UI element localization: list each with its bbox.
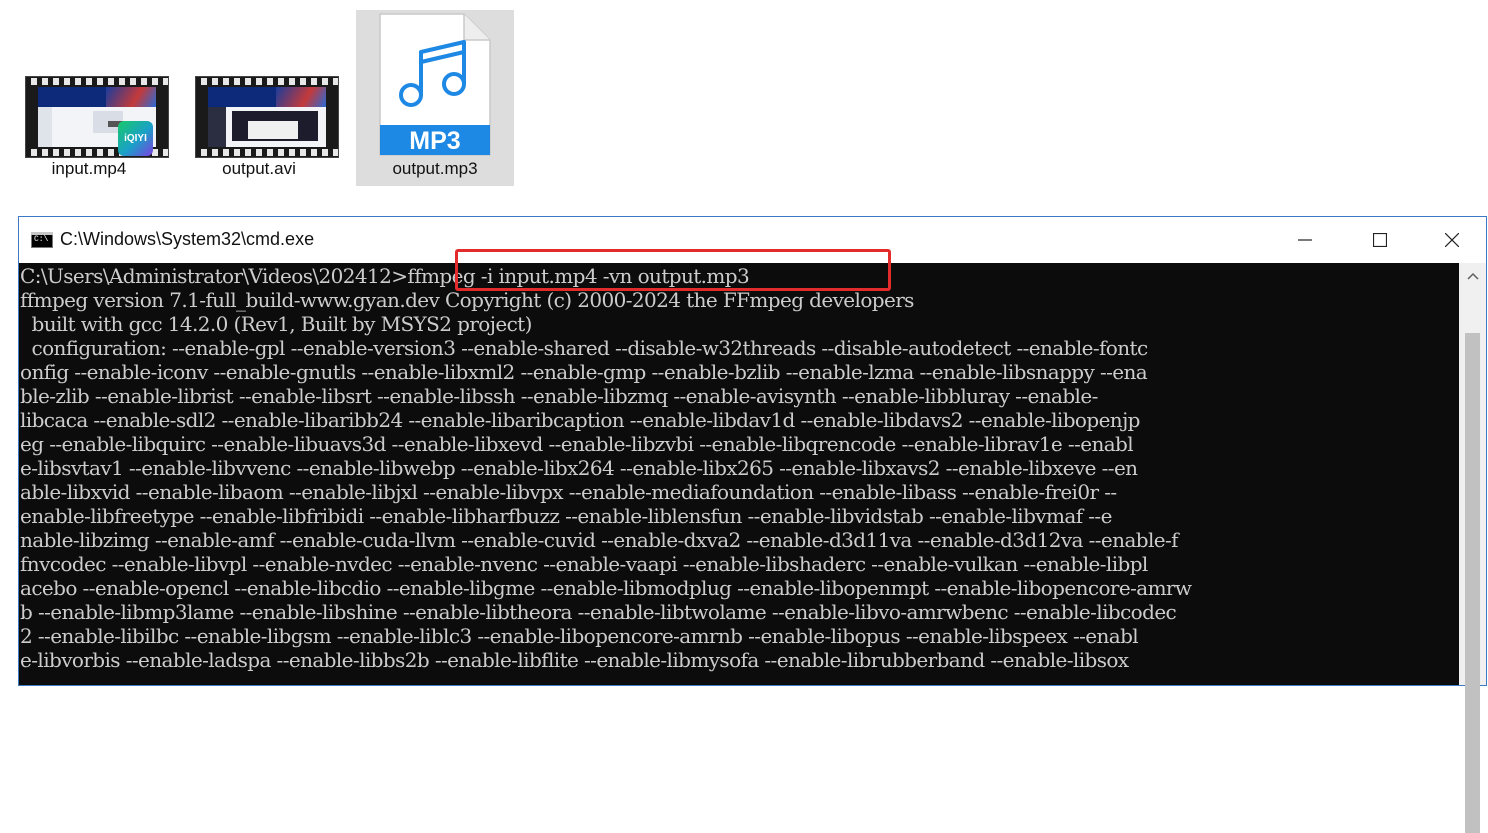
file-name: output.mp3	[392, 159, 478, 178]
console-line: b --enable-libmp3lame --enable-libshine …	[20, 600, 1177, 624]
console-line: e-libvorbis --enable-ladspa --enable-lib…	[20, 648, 1129, 672]
maximize-icon	[1373, 233, 1387, 247]
console-line: able-libxvid --enable-libaom --enable-li…	[20, 480, 1117, 504]
console-line: eg --enable-libquirc --enable-libuavs3d …	[20, 432, 1134, 456]
console-line: 2 --enable-libilbc --enable-libgsm --ena…	[20, 624, 1139, 648]
video-thumbnail	[195, 76, 339, 158]
maximize-button[interactable]	[1345, 217, 1415, 263]
minimize-icon	[1298, 239, 1312, 241]
file-input-mp4[interactable]: iQIYI input.mp4	[10, 10, 169, 186]
minimize-button[interactable]	[1270, 217, 1340, 263]
window-title: C:\Windows\System32\cmd.exe	[60, 229, 315, 249]
close-button[interactable]	[1417, 217, 1487, 263]
file-output-avi[interactable]: output.avi	[180, 10, 339, 186]
vertical-scrollbar[interactable]	[1459, 263, 1486, 833]
console-line: acebo --enable-opencl --enable-libcdio -…	[20, 576, 1192, 600]
console-line: libcaca --enable-sdl2 --enable-libaribb2…	[20, 408, 1140, 432]
console-line: nable-libzimg --enable-amf --enable-cuda…	[20, 528, 1179, 552]
file-output-mp3[interactable]: MP3 output.mp3	[356, 10, 514, 186]
console-line: onfig --enable-iconv --enable-gnutls --e…	[20, 360, 1148, 384]
console-line: ble-zlib --enable-librist --enable-libsr…	[20, 384, 1098, 408]
scrollbar-thumb[interactable]	[1465, 333, 1480, 833]
command-highlight-box	[455, 249, 891, 291]
chevron-up-icon	[1466, 272, 1479, 280]
console-line: built with gcc 14.2.0 (Rev1, Built by MS…	[20, 312, 533, 336]
mp3-file-icon: MP3	[379, 13, 491, 156]
mp3-badge: MP3	[409, 127, 460, 155]
cmd-window[interactable]: C:\ C:\Windows\System32\cmd.exe C:\Users…	[18, 216, 1487, 833]
console-output[interactable]: C:\Users\Administrator\Videos\202412>ffm…	[19, 263, 1459, 685]
iqiyi-badge-icon: iQIYI	[118, 121, 153, 156]
console-line: enable-libfreetype --enable-libfribidi -…	[20, 504, 1112, 528]
close-icon	[1445, 233, 1459, 247]
console-line: e-libsvtav1 --enable-libvvenc --enable-l…	[20, 456, 1138, 480]
console-line: fnvcodec --enable-libvpl --enable-nvdec …	[20, 552, 1148, 576]
cmd-app-icon: C:\	[31, 232, 53, 248]
console-line: configuration: --enable-gpl --enable-ver…	[20, 336, 1149, 360]
console-line: ffmpeg version 7.1-full_build-www.gyan.d…	[20, 288, 914, 312]
file-name: input.mp4	[51, 159, 127, 178]
scroll-up-button[interactable]	[1459, 263, 1486, 289]
file-name: output.avi	[222, 159, 296, 178]
